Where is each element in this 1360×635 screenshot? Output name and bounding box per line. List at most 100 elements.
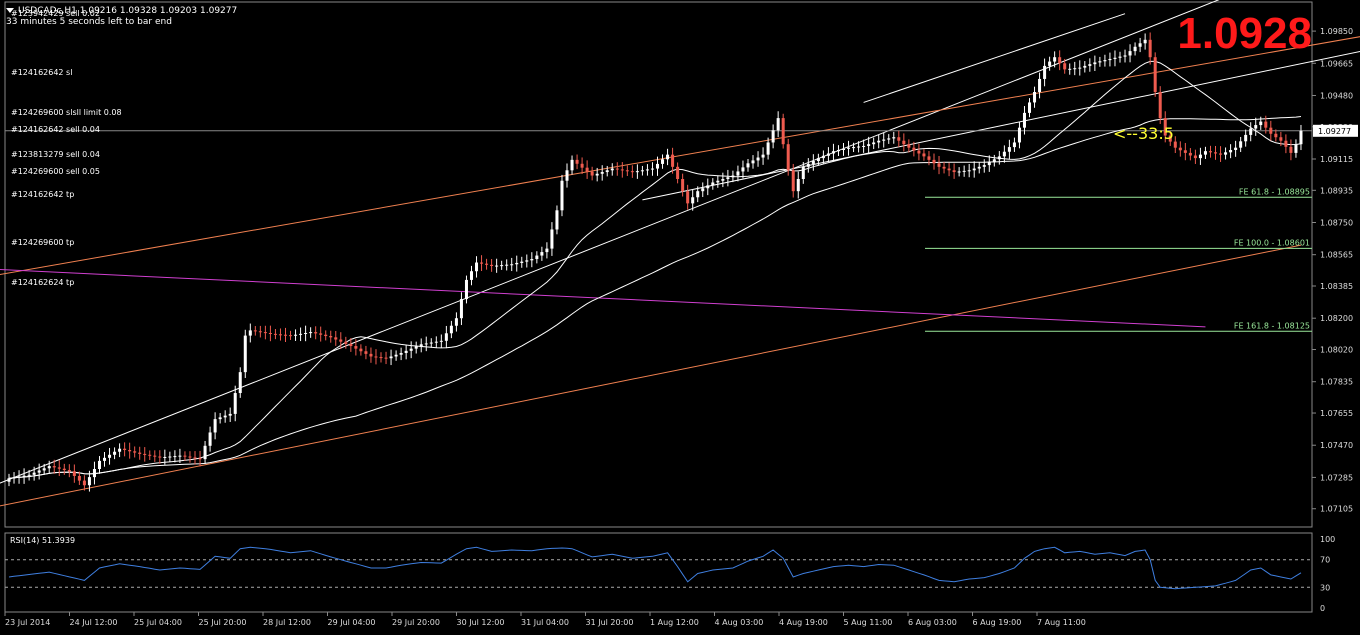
candle-body [42,468,46,471]
candle-body [982,165,986,167]
magenta-trend-line [0,269,1206,328]
order-label[interactable]: #124269600 sell 0.05 [11,167,100,176]
candle-body [952,170,956,173]
order-label[interactable]: #123813279 sell 0.04 [11,150,100,159]
candle-body [530,259,534,261]
candle-body [655,163,660,169]
candle-body [977,166,981,169]
candle-body [1113,57,1117,59]
candle-body [419,344,423,347]
candle-body [741,167,745,172]
order-label[interactable]: #124162642 tp [11,190,74,199]
candle-body [555,210,559,230]
candle-body [666,154,670,160]
x-tick-label: 24 Jul 12:00 [70,618,118,627]
candle-body [1143,39,1147,44]
candle-body [334,337,338,340]
candle-body [62,468,66,471]
candle-body [485,263,489,265]
candle-body [208,432,212,446]
candle-body [615,168,619,170]
order-label[interactable]: #124269600 tp [11,238,74,247]
candle-body [746,163,750,168]
candle-body [32,472,36,475]
candle-body [917,150,921,154]
candle-body [258,331,262,333]
candle-body [233,393,237,414]
candle-body [203,445,207,460]
candle-body [1093,62,1097,65]
y-tick-label: 1.08935 [1320,186,1353,195]
x-tick-label: 30 Jul 12:00 [457,618,505,627]
candle-body [1274,133,1278,138]
candle-body [238,372,242,394]
candle-body [937,163,941,167]
candle-body [590,171,594,176]
candle-body [163,456,167,458]
candle-body [1088,64,1092,66]
candle-body [1058,57,1062,64]
candle-body [384,357,388,359]
candle-body [1073,68,1077,70]
order-label[interactable]: #124162624 tp [11,278,74,287]
candle-body [27,474,31,476]
candle-body [1022,112,1026,128]
candle-body [299,333,303,335]
candle-body [535,255,539,260]
candle-body [47,466,51,469]
x-tick-label: 4 Aug 19:00 [779,618,828,627]
candle-body [444,333,448,341]
candle-body [113,451,117,455]
order-label[interactable]: #124269600 slsll limit 0.08 [11,108,122,117]
current-price-overlay: 1.0928 [1177,9,1312,58]
candle-body [967,170,971,172]
candle-body [942,166,946,169]
candle-body [1017,127,1021,143]
bar-timer-text: 33 minutes 5 seconds left to bar end [6,17,172,27]
candle-body [872,142,876,145]
candle-body [324,334,328,337]
order-label[interactable]: #124162642 sell 0.04 [11,125,100,134]
candle-body [771,130,775,143]
candle-body [1123,55,1127,57]
candle-body [495,265,499,267]
candle-body [857,146,861,148]
order-label[interactable]: #123942429 sell 0.02 [11,9,100,18]
candle-body [1234,147,1238,150]
price-chart[interactable]: 1.098501.096651.094801.093001.091151.089… [0,0,1360,631]
candle-body [1264,121,1268,128]
candle-body [892,137,896,139]
candle-body [253,330,257,332]
x-tick-label: 28 Jul 12:00 [263,618,311,627]
rsi-tick-label: 100 [1320,535,1335,544]
candle-body [289,335,293,337]
candle-body [786,144,790,171]
candle-body [585,167,589,172]
candle-body [464,279,468,300]
candle-body [278,334,282,336]
candle-body [1153,57,1157,92]
candle-body [796,179,800,192]
candle-body [852,147,856,149]
candle-body [625,170,629,172]
candle-body [751,160,755,164]
y-tick-label: 1.07285 [1320,473,1353,482]
candle-body [721,179,725,181]
candle-body [228,413,232,416]
x-tick-label: 29 Jul 20:00 [392,618,440,627]
candle-body [791,170,795,192]
x-tick-label: 5 Aug 11:00 [844,618,893,627]
candle-body [610,168,614,171]
candle-body [645,169,649,171]
candle-body [273,333,277,335]
candle-body [1219,153,1223,155]
candle-body [138,452,142,454]
candle-body [1038,78,1042,92]
y-tick-label: 1.09665 [1320,59,1353,68]
candle-body [268,332,272,334]
candle-body [1103,60,1107,62]
order-label[interactable]: #124162642 sl [11,68,72,77]
candle-body [1299,130,1303,145]
chart-area[interactable]: 1.098501.096651.094801.093001.091151.089… [0,0,1360,631]
x-tick-label: 6 Aug 19:00 [973,618,1022,627]
